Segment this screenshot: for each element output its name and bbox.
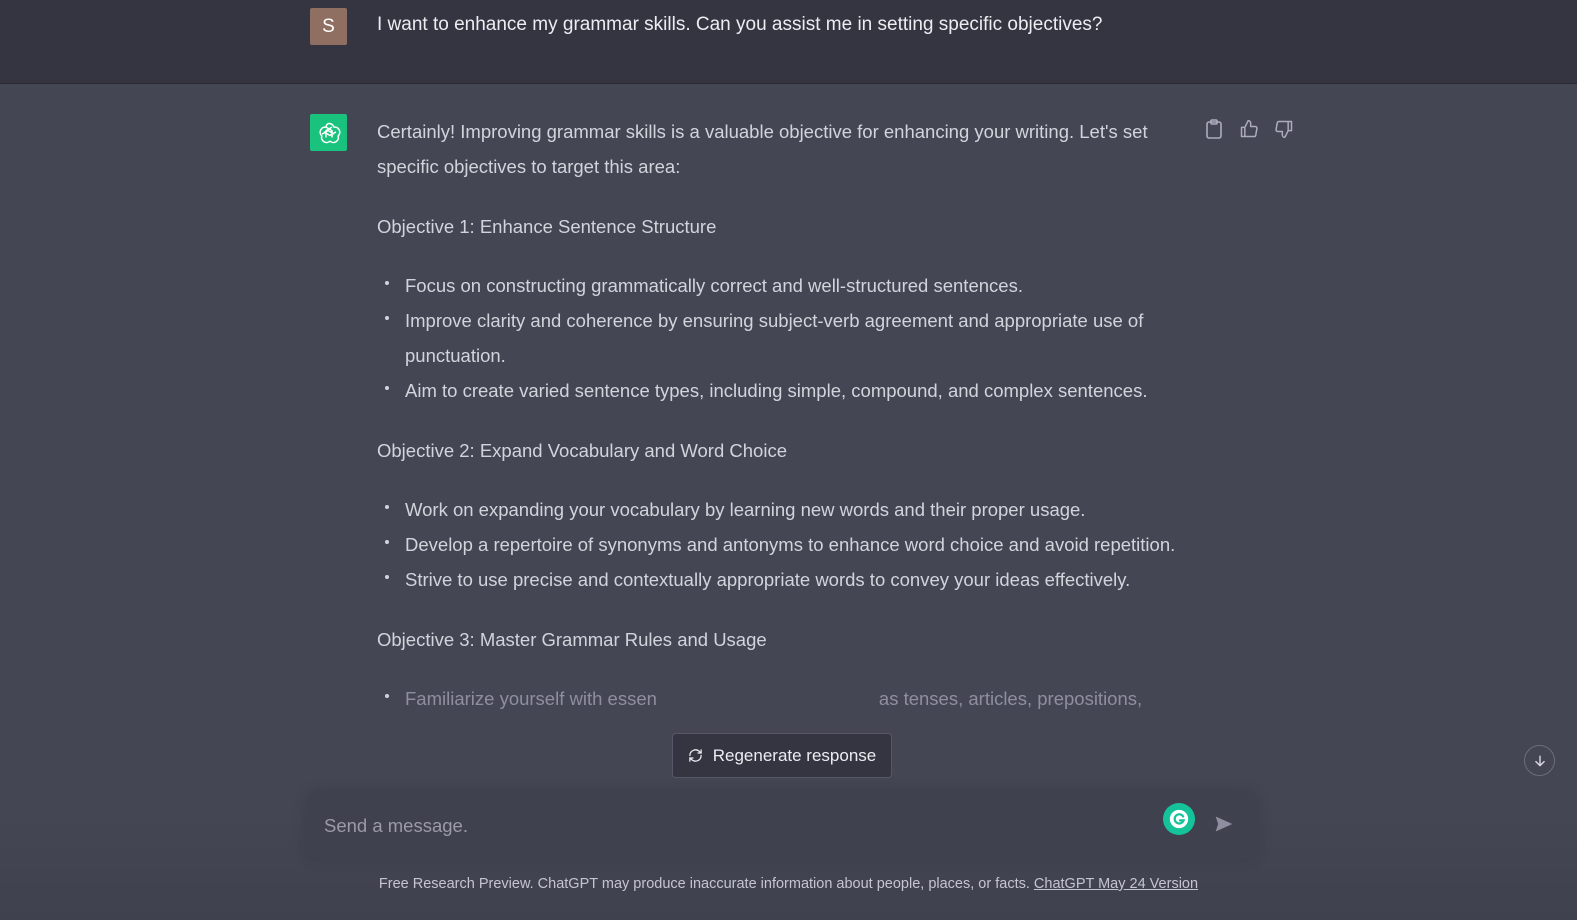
- message-actions: [1203, 118, 1303, 142]
- list-item: Familiarize yourself with essen as tenses…: [377, 681, 1192, 716]
- version-link[interactable]: ChatGPT May 24 Version: [1034, 876, 1198, 892]
- list-item: Strive to use precise and contextually a…: [377, 562, 1192, 597]
- grammarly-icon: [1169, 809, 1189, 829]
- send-icon: [1215, 816, 1233, 832]
- user-message-text: I want to enhance my grammar skills. Can…: [377, 14, 1103, 35]
- objective-1-list: Focus on constructing grammatically corr…: [377, 268, 1192, 408]
- regenerate-response-button[interactable]: Regenerate response: [672, 733, 892, 778]
- openai-logo-icon: [318, 122, 341, 143]
- objective-3-list: Familiarize yourself with essen as tenses…: [377, 681, 1192, 716]
- assistant-message-content: Certainly! Improving grammar skills is a…: [377, 114, 1192, 741]
- list-item: Aim to create varied sentence types, inc…: [377, 373, 1192, 408]
- assistant-intro: Certainly! Improving grammar skills is a…: [377, 121, 1148, 177]
- thumbs-up-icon: [1240, 119, 1258, 138]
- objective-3-bullet-right: as tenses, articles, prepositions,: [878, 688, 1143, 709]
- list-item: Develop a repertoire of synonyms and ant…: [377, 527, 1192, 562]
- list-item: Improve clarity and coherence by ensurin…: [377, 303, 1192, 373]
- regenerate-label: Regenerate response: [712, 745, 877, 765]
- list-item: Work on expanding your vocabulary by lea…: [377, 492, 1192, 527]
- chatgpt-avatar: [310, 114, 347, 151]
- footer-disclaimer: Free Research Preview. ChatGPT may produ…: [0, 876, 1577, 892]
- footer-text: Free Research Preview. ChatGPT may produ…: [378, 876, 1030, 892]
- copy-icon: [1206, 119, 1222, 139]
- send-button[interactable]: [1211, 811, 1237, 837]
- scroll-to-bottom-button[interactable]: [1524, 745, 1555, 776]
- grammarly-button[interactable]: [1163, 803, 1195, 835]
- objective-2-title: Objective 2: Expand Vocabulary and Word …: [377, 440, 787, 461]
- user-message-row: S I want to enhance my grammar skills. C…: [0, 0, 1577, 84]
- thumbs-up-button[interactable]: [1238, 118, 1260, 140]
- list-item: Focus on constructing grammatically corr…: [377, 268, 1192, 303]
- chat-page: S I want to enhance my grammar skills. C…: [0, 0, 1577, 920]
- thumbs-down-button[interactable]: [1273, 118, 1295, 140]
- message-input[interactable]: [324, 813, 1144, 839]
- refresh-icon: [688, 749, 702, 762]
- objective-3-title: Objective 3: Master Grammar Rules and Us…: [377, 629, 767, 650]
- thumbs-down-icon: [1275, 120, 1293, 139]
- message-composer: [306, 791, 1258, 859]
- arrow-down-icon: [1534, 755, 1545, 767]
- objective-2-list: Work on expanding your vocabulary by lea…: [377, 492, 1192, 597]
- objective-1-title: Objective 1: Enhance Sentence Structure: [377, 216, 717, 237]
- user-avatar: S: [310, 8, 347, 45]
- objective-3-bullet-left: Familiarize yourself with essen: [405, 688, 657, 709]
- copy-button[interactable]: [1203, 118, 1225, 140]
